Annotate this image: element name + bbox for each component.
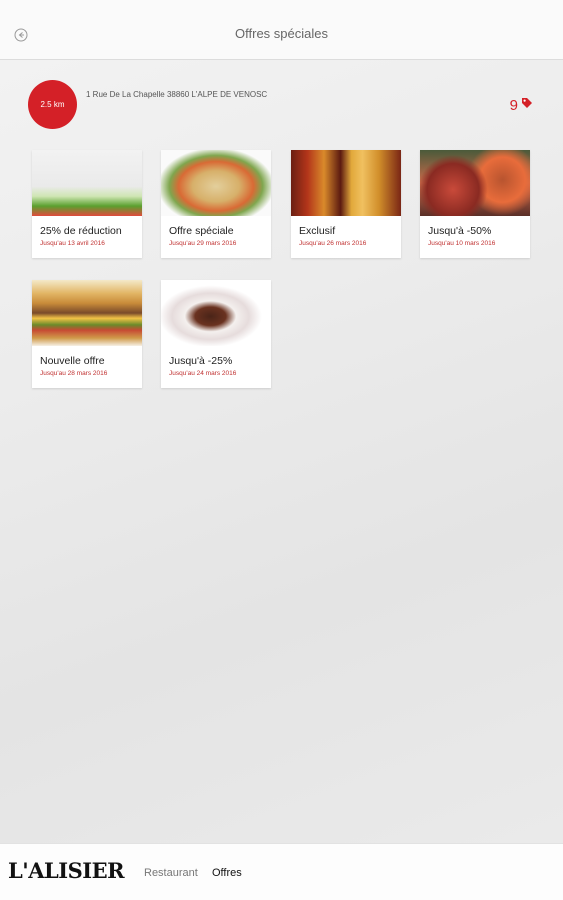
offer-title: Offre spéciale [169, 225, 234, 237]
offer-date: Jusqu'au 24 mars 2016 [169, 370, 237, 377]
tab-restaurant[interactable]: Restaurant [144, 867, 198, 879]
tab-offers[interactable]: Offres [212, 867, 242, 879]
offer-title: Jusqu'à -50% [428, 225, 492, 237]
offer-card[interactable]: Jusqu'à -25% Jusqu'au 24 mars 2016 [161, 280, 271, 388]
offer-image [32, 280, 142, 346]
offer-card[interactable]: Offre spéciale Jusqu'au 29 mars 2016 [161, 150, 271, 258]
restaurant-address: 1 Rue De La Chapelle 38860 L'ALPE DE VEN… [86, 90, 268, 99]
offer-card[interactable]: Nouvelle offre Jusqu'au 28 mars 2016 [32, 280, 142, 388]
offer-title: 25% de réduction [40, 225, 122, 237]
offers-count[interactable]: 9 [510, 96, 533, 114]
offer-title: Exclusif [299, 225, 336, 237]
offer-title: Nouvelle offre [40, 355, 105, 367]
offer-image [161, 150, 271, 216]
offer-title: Jusqu'à -25% [169, 355, 233, 367]
page-title: Offres spéciales [235, 26, 328, 41]
tag-icon [521, 96, 533, 114]
offer-card[interactable]: 25% de réduction Jusqu'au 13 avril 2016 [32, 150, 142, 258]
brand-logo: L'ALISIER [8, 858, 125, 883]
offer-image [32, 150, 142, 216]
offer-date: Jusqu'au 26 mars 2016 [299, 240, 367, 247]
offer-date: Jusqu'au 29 mars 2016 [169, 240, 237, 247]
offer-card[interactable]: Exclusif Jusqu'au 26 mars 2016 [291, 150, 401, 258]
distance-badge: 2.5 km [28, 80, 77, 129]
offers-count-value: 9 [509, 96, 518, 114]
offer-card[interactable]: Jusqu'à -50% Jusqu'au 10 mars 2016 [420, 150, 530, 258]
offer-image [291, 150, 401, 216]
offer-image [420, 150, 530, 216]
top-bar: Offres spéciales [0, 0, 563, 60]
offer-date: Jusqu'au 10 mars 2016 [428, 240, 496, 247]
offer-image [161, 280, 271, 346]
offer-date: Jusqu'au 13 avril 2016 [40, 240, 105, 247]
bottom-nav: L'ALISIER Restaurant Offres [0, 843, 563, 900]
offer-date: Jusqu'au 28 mars 2016 [40, 370, 108, 377]
